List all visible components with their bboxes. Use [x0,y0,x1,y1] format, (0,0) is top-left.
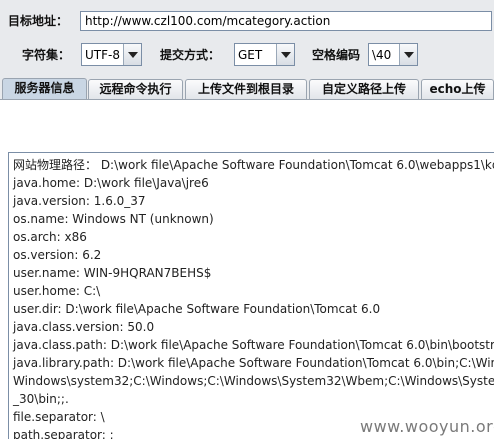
info-line: java.library.path: D:\work file\Apache S… [13,356,494,370]
tab-server-info[interactable]: 服务器信息 [2,78,87,100]
info-line: os.version: 6.2 [13,248,102,262]
tab-remote-command[interactable]: 远程命令执行 [88,79,183,99]
target-url-input[interactable]: http://www.czl100.com/mcategory.action [80,11,492,31]
charset-select[interactable]: UTF-8 [81,43,142,66]
info-line: 网站物理路径： D:\work file\Apache Software Fou… [13,158,494,172]
target-address-label: 目标地址： [8,14,69,28]
info-line: file.separator: \ [13,410,105,424]
tab-echo-upload[interactable]: echo上传 [421,79,494,99]
info-line: os.name: Windows NT (unknown) [13,212,214,226]
info-line: user.home: C:\ [13,284,101,298]
chevron-down-icon[interactable] [276,44,294,65]
info-line: Windows\system32;C:\Windows;C:\Windows\S… [13,374,494,388]
watermark: www.wooyun.org [360,417,494,436]
tab-upload-root[interactable]: 上传文件到根目录 [185,79,307,99]
space-encoding-label: 空格编码 [312,48,361,62]
tab-bar: 服务器信息 远程命令执行 上传文件到根目录 自定义路径上传 echo上传 [0,78,494,100]
info-line: _30\bin;;. [13,392,69,406]
charset-label: 字符集： [22,48,71,62]
space-encoding-select[interactable]: \40 [368,43,418,66]
info-line: os.arch: x86 [13,230,87,244]
method-select[interactable]: GET [234,43,295,66]
chevron-down-icon[interactable] [123,44,141,65]
info-line: java.home: D:\work file\Java\jre6 [13,176,209,190]
server-info-output[interactable]: 网站物理路径： D:\work file\Apache Software Fou… [8,152,494,439]
info-line: user.dir: D:\work file\Apache Software F… [13,302,381,316]
info-line: java.class.path: D:\work file\Apache Sof… [13,338,494,352]
info-line: user.name: WIN-9HQRAN7BEHS$ [13,266,212,280]
info-line: path.separator: ; [13,428,114,439]
control-panel: 目标地址： http://www.czl100.com/mcategory.ac… [0,0,494,100]
method-label: 提交方式： [160,48,221,62]
chevron-down-icon[interactable] [399,44,417,65]
info-line: java.version: 1.6.0_37 [13,194,146,208]
tab-divider [0,99,494,100]
info-line: java.class.version: 50.0 [13,320,155,334]
space-encoding-value: \40 [372,48,392,62]
method-value: GET [238,48,263,62]
charset-value: UTF-8 [85,48,120,62]
tab-custom-upload[interactable]: 自定义路径上传 [309,79,419,99]
